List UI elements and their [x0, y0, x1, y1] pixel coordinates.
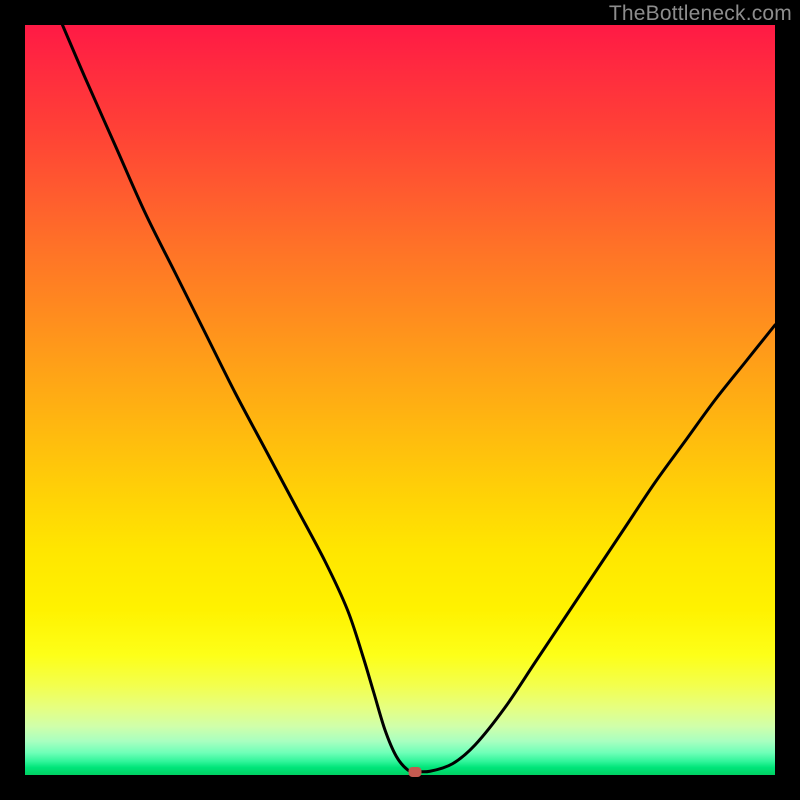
plot-area — [25, 25, 775, 775]
optimal-point-marker — [409, 767, 422, 777]
watermark-text: TheBottleneck.com — [609, 2, 792, 26]
curve-svg — [25, 25, 775, 775]
chart-frame: TheBottleneck.com — [0, 0, 800, 800]
bottleneck-curve — [63, 25, 776, 772]
